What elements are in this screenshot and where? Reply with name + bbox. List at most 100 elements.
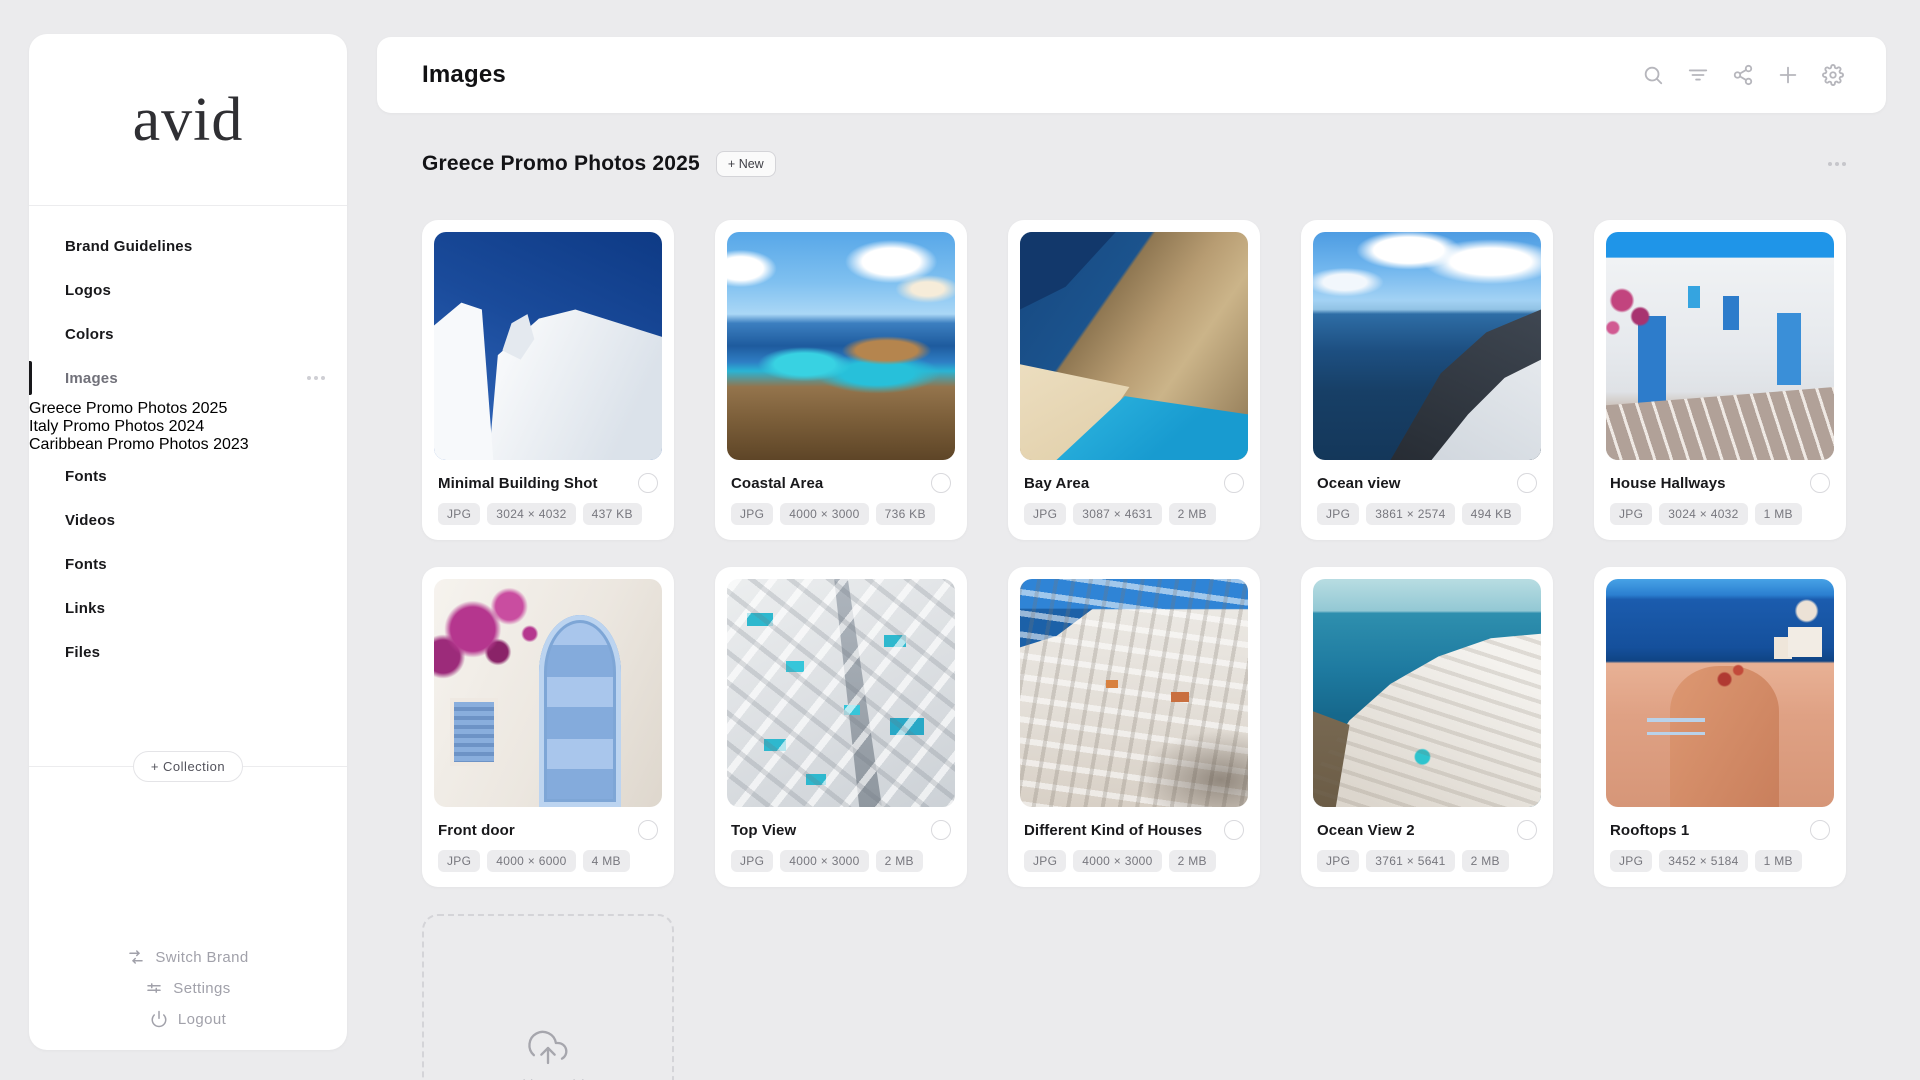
- sidebar-footer: Switch Brand Settings Logout: [29, 948, 347, 1028]
- upload-cloud-icon: [526, 1028, 570, 1068]
- sidebar-item-links[interactable]: Links: [29, 586, 347, 630]
- asset-card[interactable]: Minimal Building Shot JPG 3024 × 4032 43…: [422, 220, 674, 540]
- asset-format-badge: JPG: [1610, 850, 1652, 872]
- asset-select-checkbox[interactable]: [1224, 820, 1244, 840]
- asset-format-badge: JPG: [1317, 850, 1359, 872]
- sidebar-item-logos[interactable]: Logos: [29, 268, 347, 312]
- asset-grid: Minimal Building Shot JPG 3024 × 4032 43…: [422, 220, 1846, 1080]
- asset-format-badge: JPG: [1317, 503, 1359, 525]
- asset-dimensions-badge: 4000 × 3000: [780, 850, 868, 872]
- asset-card[interactable]: Coastal Area JPG 4000 × 3000 736 KB: [715, 220, 967, 540]
- asset-card[interactable]: Different Kind of Houses JPG 4000 × 3000…: [1008, 567, 1260, 887]
- page-title: Images: [422, 61, 506, 89]
- search-icon: [1642, 64, 1664, 86]
- asset-select-checkbox[interactable]: [1517, 820, 1537, 840]
- asset-title: Coastal Area: [731, 475, 823, 492]
- asset-select-checkbox[interactable]: [1517, 473, 1537, 493]
- asset-thumbnail-minimal-building: [434, 232, 662, 460]
- asset-thumbnail-rooftops: [1606, 579, 1834, 807]
- asset-card[interactable]: Rooftops 1 JPG 3452 × 5184 1 MB: [1594, 567, 1846, 887]
- asset-select-checkbox[interactable]: [638, 820, 658, 840]
- asset-card[interactable]: Ocean view JPG 3861 × 2574 494 KB: [1301, 220, 1553, 540]
- asset-dimensions-badge: 3452 × 5184: [1659, 850, 1747, 872]
- sidebar-item-fonts[interactable]: Fonts: [29, 542, 347, 586]
- asset-card[interactable]: Ocean View 2 JPG 3761 × 5641 2 MB: [1301, 567, 1553, 887]
- new-asset-button[interactable]: + New: [716, 151, 776, 177]
- sidebar-item-images[interactable]: Images: [29, 356, 347, 400]
- sidebar-collection-caribbean-promo-photos-2023[interactable]: Caribbean Promo Photos 2023: [29, 436, 347, 454]
- share-button[interactable]: [1732, 64, 1754, 86]
- sidebar-collection-italy-promo-photos-2024[interactable]: Italy Promo Photos 2024: [29, 418, 347, 436]
- asset-select-checkbox[interactable]: [931, 473, 951, 493]
- active-indicator-bar: [29, 361, 32, 395]
- asset-select-checkbox[interactable]: [931, 820, 951, 840]
- asset-badges: JPG 4000 × 3000 2 MB: [1024, 850, 1244, 872]
- asset-thumbnail-bay-area: [1020, 232, 1248, 460]
- asset-size-badge: 2 MB: [1169, 850, 1216, 872]
- asset-select-checkbox[interactable]: [1810, 473, 1830, 493]
- asset-card[interactable]: House Hallways JPG 3024 × 4032 1 MB: [1594, 220, 1846, 540]
- sidebar-divider: [29, 205, 347, 206]
- brand-logo: avid: [29, 80, 347, 160]
- asset-title: Top View: [731, 822, 796, 839]
- sidebar-item-videos[interactable]: Videos: [29, 498, 347, 542]
- asset-thumbnail-houses-cliff: [1020, 579, 1248, 807]
- sidebar-collection-greece-promo-photos-2025[interactable]: Greece Promo Photos 2025: [29, 400, 347, 418]
- sidebar-item-label: Logos: [65, 282, 111, 299]
- sidebar-item-label: Colors: [65, 326, 114, 343]
- asset-dimensions-badge: 4000 × 3000: [1073, 850, 1161, 872]
- switch-brand-icon: [127, 948, 145, 966]
- add-collection-row: + Collection: [29, 751, 347, 781]
- asset-title: Different Kind of Houses: [1024, 822, 1202, 839]
- collection-menu-icon[interactable]: [1828, 162, 1846, 166]
- asset-dimensions-badge: 3024 × 4032: [487, 503, 575, 525]
- asset-dimensions-badge: 4000 × 6000: [487, 850, 575, 872]
- asset-size-badge: 2 MB: [1462, 850, 1509, 872]
- sidebar-footer-label: Logout: [178, 1011, 226, 1028]
- add-button[interactable]: [1777, 64, 1799, 86]
- asset-badges: JPG 4000 × 3000 2 MB: [731, 850, 951, 872]
- settings-icon: [1822, 64, 1844, 86]
- topbar: Images: [377, 37, 1886, 113]
- app-root: avid Brand GuidelinesLogosColorsImagesGr…: [0, 0, 1920, 1080]
- sidebar-item-label: Fonts: [65, 556, 107, 573]
- asset-size-badge: 1 MB: [1755, 850, 1802, 872]
- search-button[interactable]: [1642, 64, 1664, 86]
- asset-title: Rooftops 1: [1610, 822, 1689, 839]
- sidebar-item-fonts[interactable]: Fonts: [29, 454, 347, 498]
- sidebar-item-menu-icon[interactable]: [307, 376, 325, 380]
- asset-card[interactable]: Bay Area JPG 3087 × 4631 2 MB: [1008, 220, 1260, 540]
- asset-title: House Hallways: [1610, 475, 1726, 492]
- power-icon: [150, 1010, 168, 1028]
- add-asset-dropzone[interactable]: Add Asset(s): [422, 914, 674, 1080]
- filter-button[interactable]: [1687, 64, 1709, 86]
- asset-dimensions-badge: 3861 × 2574: [1366, 503, 1454, 525]
- asset-select-checkbox[interactable]: [638, 473, 658, 493]
- sidebar-nav: Brand Guidelines Logos Colors ImagesGreece …: [29, 224, 347, 674]
- add-collection-button[interactable]: + Collection: [133, 751, 243, 782]
- asset-select-checkbox[interactable]: [1810, 820, 1830, 840]
- asset-thumbnail-coastal-area: [727, 232, 955, 460]
- sidebar-footer-label: Switch Brand: [155, 949, 248, 966]
- logout-button[interactable]: Logout: [150, 1010, 226, 1028]
- asset-select-checkbox[interactable]: [1224, 473, 1244, 493]
- add-icon: [1777, 64, 1799, 86]
- collection-header: Greece Promo Photos 2025 + New: [422, 146, 1846, 182]
- sidebar-item-brand-guidelines[interactable]: Brand Guidelines: [29, 224, 347, 268]
- asset-card[interactable]: Front door JPG 4000 × 6000 4 MB: [422, 567, 674, 887]
- sidebar-item-files[interactable]: Files: [29, 630, 347, 674]
- asset-dimensions-badge: 3024 × 4032: [1659, 503, 1747, 525]
- asset-format-badge: JPG: [1024, 503, 1066, 525]
- asset-size-badge: 2 MB: [876, 850, 923, 872]
- switch-brand-button[interactable]: Switch Brand: [127, 948, 248, 966]
- sliders-icon: [145, 979, 163, 997]
- asset-badges: JPG 4000 × 3000 736 KB: [731, 503, 951, 525]
- asset-size-badge: 2 MB: [1169, 503, 1216, 525]
- asset-size-badge: 437 KB: [583, 503, 642, 525]
- asset-thumbnail-top-view: [727, 579, 955, 807]
- sidebar-item-label: Greece Promo Photos 2025: [29, 400, 227, 418]
- sidebar-item-colors[interactable]: Colors: [29, 312, 347, 356]
- settings-button[interactable]: [1822, 64, 1844, 86]
- asset-card[interactable]: Top View JPG 4000 × 3000 2 MB: [715, 567, 967, 887]
- settings-button[interactable]: Settings: [145, 979, 230, 997]
